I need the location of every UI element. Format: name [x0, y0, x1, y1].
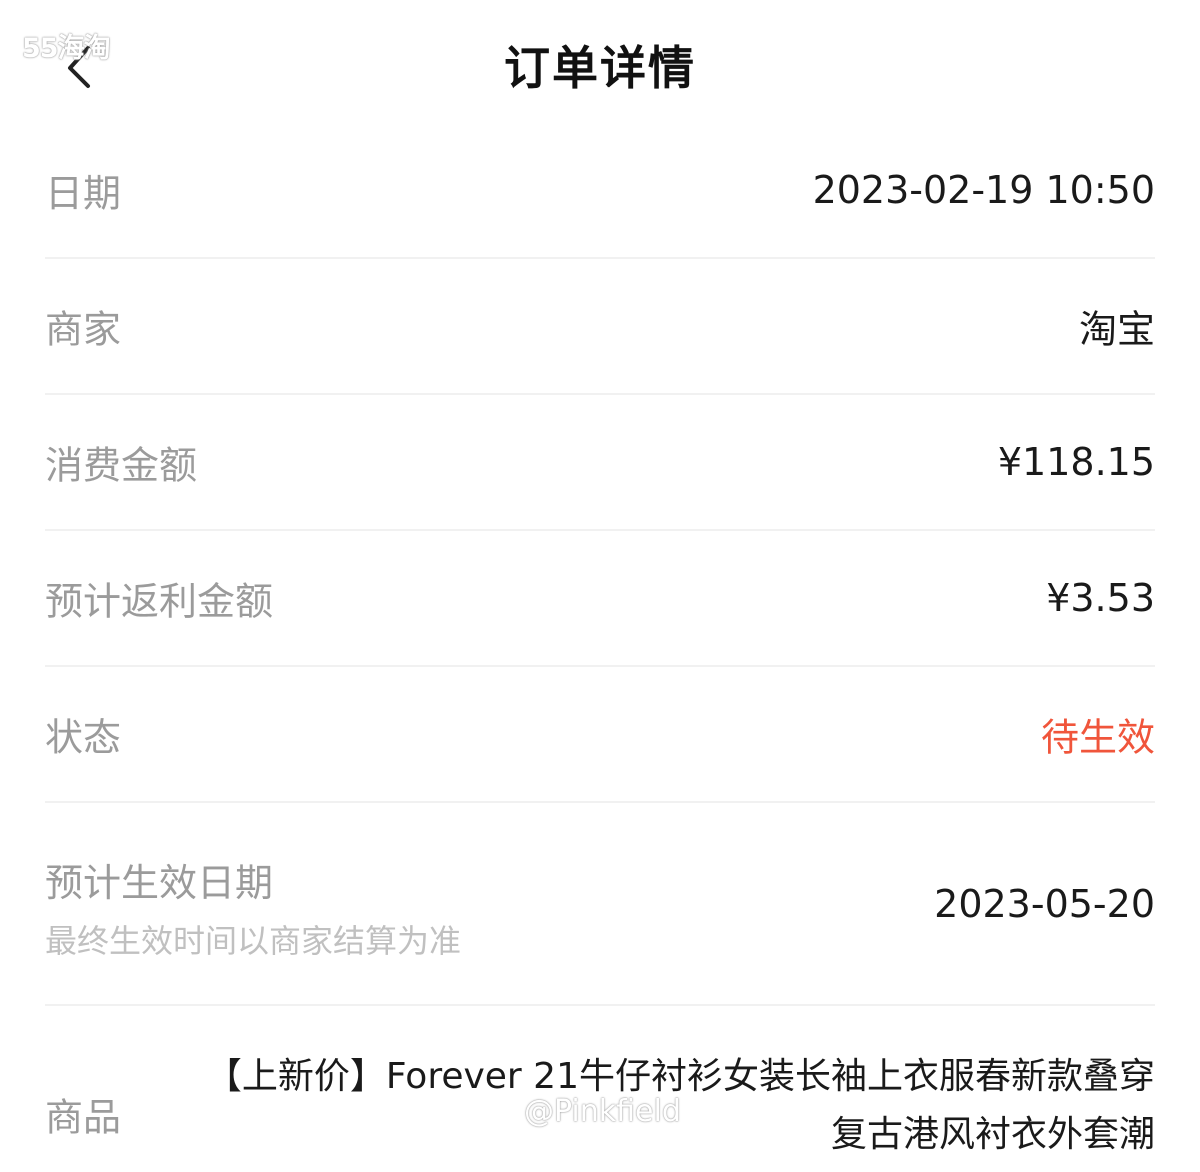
row-status: 状态 待生效: [45, 667, 1155, 803]
merchant-label: 商家: [45, 307, 122, 352]
order-detail-list: 日期 2023-02-19 10:50 商家 淘宝 消费金额 ¥118.15 预…: [45, 123, 1155, 1172]
product-label: 商品: [45, 1095, 122, 1140]
watermark-username: @Pinkfield: [524, 1094, 681, 1129]
merchant-value: 淘宝: [1078, 307, 1155, 352]
row-date: 日期 2023-02-19 10:50: [45, 123, 1155, 259]
row-product: 商品 【上新价】Forever 21牛仔衬衫女装长袖上衣服春新款叠穿复古港风衬衣…: [45, 1006, 1155, 1172]
effective-date-value: 2023-05-20: [934, 881, 1155, 926]
effective-date-label-block: 预计生效日期 最终生效时间以商家结算为准: [45, 853, 461, 969]
date-label: 日期: [45, 171, 122, 216]
row-merchant: 商家 淘宝: [45, 259, 1155, 395]
amount-label: 消费金额: [45, 443, 198, 488]
row-effective-date: 预计生效日期 最终生效时间以商家结算为准 2023-05-20: [45, 803, 1155, 1006]
rebate-value: ¥3.53: [1046, 576, 1155, 620]
effective-date-label: 预计生效日期: [45, 861, 274, 905]
effective-date-note: 最终生效时间以商家结算为准: [45, 922, 462, 960]
amount-value: ¥118.15: [997, 440, 1155, 484]
status-label: 状态: [45, 715, 122, 760]
page-title: 订单详情: [504, 41, 696, 95]
rebate-label: 预计返利金额: [45, 579, 274, 624]
nav-bar: 55海淘 订单详情: [0, 0, 1200, 120]
date-value: 2023-02-19 10:50: [812, 168, 1155, 212]
row-rebate: 预计返利金额 ¥3.53: [45, 531, 1155, 667]
row-amount: 消费金额 ¥118.15: [45, 395, 1155, 531]
status-badge: 待生效: [1040, 715, 1155, 760]
